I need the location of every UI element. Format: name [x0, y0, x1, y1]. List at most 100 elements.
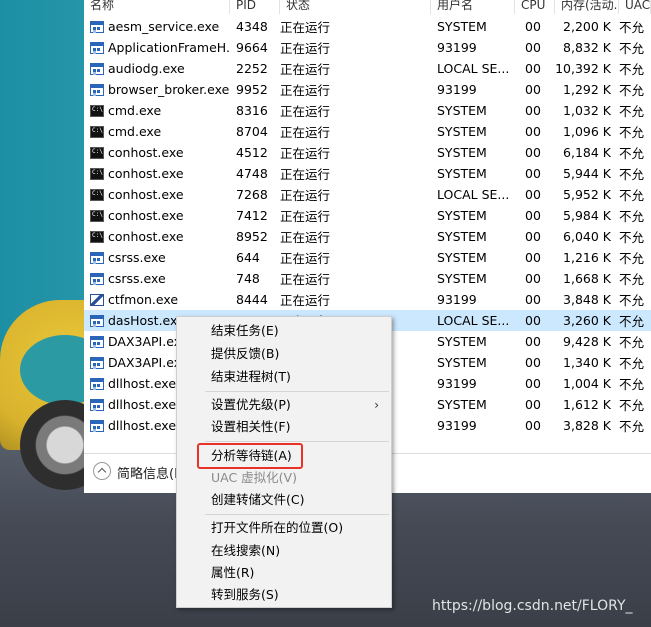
uac-cell: 不允 — [619, 251, 645, 266]
table-row[interactable]: browser_broker.exe 9952 正在运行 93199 00 1,292 K… — [84, 79, 651, 100]
cpu-cell: 00 — [525, 334, 541, 349]
context-menu: 结束任务(E) 提供反馈(B) 结束进程树(T) 设置优先级(P) › 设置相关… — [176, 316, 392, 608]
process-name-cell: audiodg.exe — [84, 61, 230, 76]
memory-cell: 1,668 K — [563, 271, 611, 286]
table-row[interactable]: csrss.exe 644 正在运行 SYSTEM 00 1,216 K 不允 — [84, 247, 651, 268]
status-cell: 正在运行 — [280, 188, 331, 203]
cpu-cell: 00 — [525, 19, 541, 34]
status-cell: 正在运行 — [280, 41, 331, 56]
memory-cell: 9,428 K — [563, 334, 611, 349]
process-name: aesm_service.exe — [108, 19, 220, 34]
column-header-row: 名称 PID 状态 用户名 CPU 内存(活动... UAC — [84, 0, 651, 14]
user-cell: SYSTEM — [437, 208, 487, 223]
process-name-cell: conhost.exe — [84, 145, 230, 160]
menu-item-end-process-tree[interactable]: 结束进程树(T) — [177, 366, 391, 388]
memory-cell: 1,032 K — [563, 103, 611, 118]
table-row[interactable]: cmd.exe 8316 正在运行 SYSTEM 00 1,032 K 不允 — [84, 100, 651, 121]
pid-cell: 2252 — [236, 61, 268, 76]
column-header-uac[interactable]: UAC — [619, 0, 651, 14]
status-cell: 正在运行 — [280, 62, 331, 77]
app-icon — [90, 314, 104, 327]
process-name-cell: browser_broker.exe — [84, 82, 230, 97]
memory-cell: 1,216 K — [563, 250, 611, 265]
memory-cell: 1,292 K — [563, 82, 611, 97]
table-row[interactable]: ApplicationFrameH... 9664 正在运行 93199 00 8,832… — [84, 37, 651, 58]
menu-item-feedback[interactable]: 提供反馈(B) — [177, 343, 391, 365]
uac-cell: 不允 — [619, 335, 645, 350]
memory-cell: 8,832 K — [563, 40, 611, 55]
memory-cell: 2,200 K — [563, 19, 611, 34]
table-row[interactable]: cmd.exe 8704 正在运行 SYSTEM 00 1,096 K 不允 — [84, 121, 651, 142]
app-icon — [90, 62, 104, 75]
process-name: conhost.exe — [108, 145, 184, 160]
menu-separator — [205, 441, 389, 442]
process-name-cell: ApplicationFrameH... — [84, 40, 230, 55]
app-icon — [90, 356, 104, 369]
pid-cell: 644 — [236, 250, 260, 265]
column-header-pid[interactable]: PID — [230, 0, 280, 14]
menu-item-go-to-service[interactable]: 转到服务(S) — [177, 584, 391, 606]
user-cell: 93199 — [437, 292, 477, 307]
table-row[interactable]: conhost.exe 8952 正在运行 SYSTEM 00 6,040 K 不允 — [84, 226, 651, 247]
menu-item-end-task[interactable]: 结束任务(E) — [177, 320, 391, 342]
pid-cell: 4348 — [236, 19, 268, 34]
menu-item-analyze-wait-chain[interactable]: 分析等待链(A) — [177, 445, 391, 467]
collapse-chevron-icon[interactable] — [93, 462, 111, 480]
process-name: ApplicationFrameH... — [108, 40, 230, 55]
column-header-name[interactable]: 名称 — [84, 0, 230, 14]
user-cell: SYSTEM — [437, 166, 487, 181]
table-row[interactable]: conhost.exe 4512 正在运行 SYSTEM 00 6,184 K 不允 — [84, 142, 651, 163]
cpu-cell: 00 — [525, 418, 541, 433]
uac-cell: 不允 — [619, 377, 645, 392]
pid-cell: 8316 — [236, 103, 268, 118]
status-cell: 正在运行 — [280, 83, 331, 98]
table-row[interactable]: audiodg.exe 2252 正在运行 LOCAL SE... 00 10,392 K… — [84, 58, 651, 79]
process-name: dasHost.exe — [108, 313, 185, 328]
process-name: csrss.exe — [108, 271, 166, 286]
process-name-cell: csrss.exe — [84, 250, 230, 265]
menu-item-set-priority[interactable]: 设置优先级(P) › — [177, 394, 391, 416]
table-row[interactable]: conhost.exe 4748 正在运行 SYSTEM 00 5,944 K 不允 — [84, 163, 651, 184]
column-header-cpu[interactable]: CPU — [515, 0, 555, 14]
submenu-arrow-icon: › — [374, 398, 379, 412]
menu-item-create-dump[interactable]: 创建转储文件(C) — [177, 489, 391, 511]
cpu-cell: 00 — [525, 376, 541, 391]
cpu-cell: 00 — [525, 313, 541, 328]
app-icon — [90, 419, 104, 432]
memory-cell: 3,848 K — [563, 292, 611, 307]
watermark: https://blog.csdn.net/FLORY_ — [432, 598, 633, 614]
column-header-status[interactable]: 状态 — [280, 0, 431, 14]
menu-item-set-affinity[interactable]: 设置相关性(F) — [177, 416, 391, 438]
process-name-cell: conhost.exe — [84, 187, 230, 202]
uac-cell: 不允 — [619, 125, 645, 140]
column-header-memory[interactable]: 内存(活动... — [555, 0, 619, 14]
process-name: conhost.exe — [108, 166, 184, 181]
table-row[interactable]: aesm_service.exe 4348 正在运行 SYSTEM 00 2,200 K 不… — [84, 16, 651, 37]
table-row[interactable]: conhost.exe 7412 正在运行 SYSTEM 00 5,984 K 不允 — [84, 205, 651, 226]
process-name: dllhost.exe — [108, 376, 177, 391]
user-cell: SYSTEM — [437, 334, 487, 349]
process-name: cmd.exe — [108, 103, 162, 118]
column-header-user[interactable]: 用户名 — [431, 0, 515, 14]
menu-item-properties[interactable]: 属性(R) — [177, 562, 391, 584]
memory-cell: 6,184 K — [563, 145, 611, 160]
process-name-cell: conhost.exe — [84, 166, 230, 181]
uac-cell: 不允 — [619, 167, 645, 182]
table-row[interactable]: csrss.exe 748 正在运行 SYSTEM 00 1,668 K 不允 — [84, 268, 651, 289]
table-row[interactable]: conhost.exe 7268 正在运行 LOCAL SE... 00 5,952 K 不… — [84, 184, 651, 205]
user-cell: SYSTEM — [437, 397, 487, 412]
uac-cell: 不允 — [619, 356, 645, 371]
cpu-cell: 00 — [525, 61, 541, 76]
table-row[interactable]: ctfmon.exe 8444 正在运行 93199 00 3,848 K 不允 — [84, 289, 651, 310]
cmd-icon — [90, 104, 104, 117]
uac-cell: 不允 — [619, 314, 645, 329]
menu-item-open-file-location[interactable]: 打开文件所在的位置(O) — [177, 517, 391, 539]
cmd-icon — [90, 188, 104, 201]
process-name: conhost.exe — [108, 187, 184, 202]
pid-cell: 9664 — [236, 40, 268, 55]
user-cell: 93199 — [437, 82, 477, 97]
memory-cell: 3,828 K — [563, 418, 611, 433]
app-icon — [90, 83, 104, 96]
menu-item-search-online[interactable]: 在线搜索(N) — [177, 540, 391, 562]
cmd-icon — [90, 230, 104, 243]
